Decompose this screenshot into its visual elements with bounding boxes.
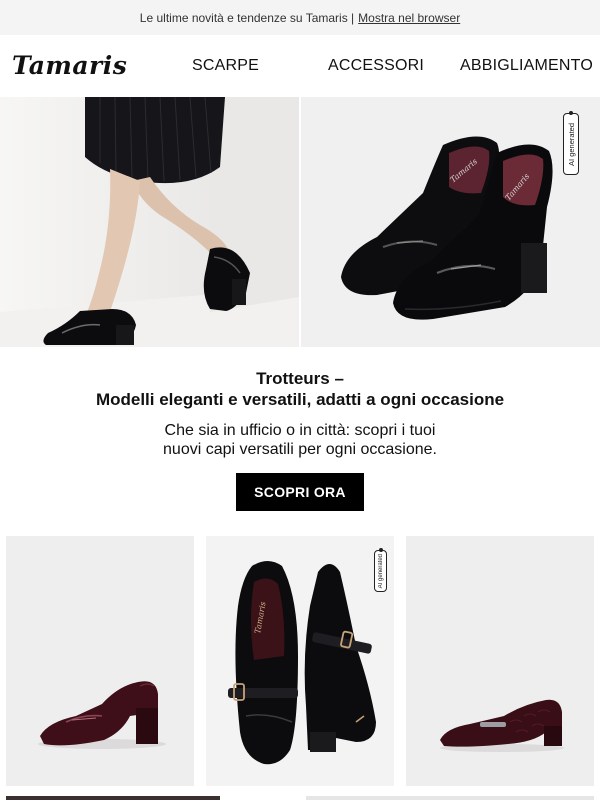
hero-image-loafer-pair[interactable]: Tamaris Tamaris AI generated bbox=[301, 97, 600, 347]
product-tile-2[interactable]: Tamaris AI generated bbox=[206, 536, 394, 786]
black-buckle-loafers-pair-icon: Tamaris bbox=[206, 536, 394, 786]
product-tile-1[interactable] bbox=[6, 536, 194, 786]
product-ai-generated-badge: AI generated bbox=[374, 548, 387, 592]
body-line-1: Che sia in ufficio o in città: scopri i … bbox=[164, 422, 436, 439]
ai-badge-label: AI generated bbox=[566, 122, 576, 166]
preheader-text: Le ultime novità e tendenze su Tamaris | bbox=[139, 10, 355, 25]
burgundy-block-heel-loafer-icon bbox=[6, 536, 194, 786]
product-ai-badge-label: AI generated bbox=[377, 553, 384, 589]
headline: Trotteurs – Modelli eleganti e versatili… bbox=[0, 368, 600, 410]
main-nav: Tamaris SCARPE ACCESSORI ABBIGLIAMENTO bbox=[0, 35, 600, 97]
product-tile-3[interactable] bbox=[406, 536, 594, 786]
view-in-browser-link[interactable]: Mostra nel browser bbox=[358, 11, 460, 25]
shop-now-button[interactable]: SCOPRI ORA bbox=[236, 473, 364, 511]
nav-item-scarpe[interactable]: SCARPE bbox=[192, 57, 259, 75]
hero-image-model-legs[interactable] bbox=[0, 97, 299, 347]
next-row-preview bbox=[6, 796, 594, 800]
burgundy-croc-low-heel-loafer-icon bbox=[406, 536, 594, 786]
preheader-bar: Le ultime novità e tendenze su Tamaris |… bbox=[0, 0, 600, 35]
tamaris-logo[interactable]: Tamaris bbox=[10, 49, 142, 81]
body-text: Che sia in ufficio o in città: scopri i … bbox=[0, 421, 600, 459]
ai-generated-badge: AI generated bbox=[563, 111, 579, 175]
headline-line-2: Modelli eleganti e versatili, adatti a o… bbox=[95, 390, 505, 409]
headline-line-1: Trotteurs – bbox=[256, 369, 344, 388]
model-legs-loafers-icon bbox=[0, 97, 299, 347]
logo-text: Tamaris bbox=[12, 51, 127, 80]
nav-item-accessori[interactable]: ACCESSORI bbox=[328, 57, 424, 75]
black-patent-loafers-icon: Tamaris Tamaris bbox=[301, 97, 600, 347]
body-line-2: nuovi capi versatili per ogni occasione. bbox=[163, 441, 437, 458]
hero-banner[interactable]: Tamaris Tamaris AI generated bbox=[0, 97, 600, 347]
nav-item-abbigliamento[interactable]: ABBIGLIAMENTO bbox=[460, 57, 593, 75]
